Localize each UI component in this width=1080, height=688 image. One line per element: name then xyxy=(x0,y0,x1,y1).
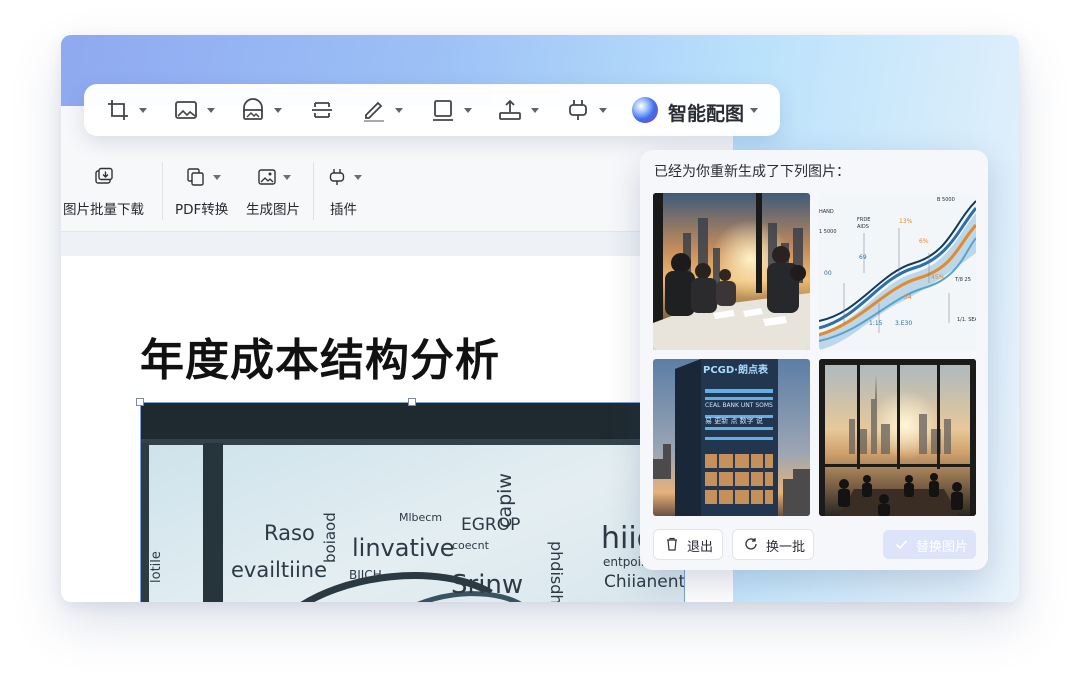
refresh-label: 换一批 xyxy=(766,540,806,555)
wordcloud-word: capiw xyxy=(494,473,516,528)
align-tool[interactable] xyxy=(310,97,338,123)
ai-image-panel: 已经为你重新生成了下列图片： FRDE AIDS B 5000 T/8 25 1… xyxy=(640,150,988,570)
svg-text:AIDS: AIDS xyxy=(857,224,869,230)
chevron-down-icon xyxy=(354,175,362,180)
check-icon xyxy=(895,540,908,550)
wordcloud-word: phdisdh xyxy=(547,541,566,602)
frame-tool[interactable] xyxy=(431,97,473,123)
skyline-office-photo xyxy=(819,359,976,516)
wordcloud-word: lotile xyxy=(149,551,164,583)
tower-sign-text: 易 更新 点 数字 说 xyxy=(705,416,763,425)
wordcloud-word: linvative xyxy=(352,534,455,562)
tower-building-photo: PCGD·朗点表 CEAL BANK UNT SOMS 易 更新 点 数字 说 xyxy=(653,359,810,516)
trash-icon xyxy=(667,537,677,551)
ribbon-plugin[interactable]: 插件 xyxy=(323,159,367,221)
batch-download-icon xyxy=(95,167,113,184)
exit-label: 退出 xyxy=(687,540,714,555)
svg-text:3.E30: 3.E30 xyxy=(895,320,912,327)
wordcloud-word: coecnt xyxy=(452,539,489,552)
svg-text:1/1. SEA: 1/1. SEA xyxy=(957,317,976,323)
smart-image-button[interactable]: 智能配图 xyxy=(668,99,744,126)
resize-handle[interactable] xyxy=(408,398,416,406)
chevron-down-icon xyxy=(395,108,403,113)
pdf-convert-icon xyxy=(187,168,204,186)
ribbon-label: 图片批量下载 xyxy=(63,202,144,218)
svg-text:HAND: HAND xyxy=(819,209,834,215)
edit-tool[interactable] xyxy=(362,97,404,123)
svg-text:34: 34 xyxy=(904,294,912,301)
crop-tool[interactable] xyxy=(106,97,148,123)
result-image-2[interactable]: FRDE AIDS B 5000 T/8 25 1/1. SEA HAND 1 500… xyxy=(819,193,976,350)
svg-text:B 5000: B 5000 xyxy=(937,197,955,203)
ribbon-divider xyxy=(313,162,314,220)
chevron-down-icon xyxy=(139,108,147,113)
plugin-icon xyxy=(569,100,587,120)
svg-text:00: 00 xyxy=(824,270,832,277)
upload-icon xyxy=(499,99,521,120)
wordcloud-word: boiaod xyxy=(321,512,339,563)
panel-title: 已经为你重新生成了下列图片： xyxy=(654,164,850,180)
ribbon-label: 生成图片 xyxy=(246,202,300,218)
resize-handle[interactable] xyxy=(136,398,144,406)
wordcloud-word: Mlbecm xyxy=(399,511,443,524)
chevron-down-icon xyxy=(207,108,215,113)
frame-icon xyxy=(433,100,453,121)
chevron-down-icon xyxy=(213,175,221,180)
chevron-down-icon xyxy=(274,108,282,113)
tower-sign-text: CEAL BANK UNT SOMS xyxy=(705,402,773,409)
image-tool[interactable] xyxy=(174,97,216,123)
crop-icon xyxy=(108,100,128,120)
result-image-1[interactable] xyxy=(653,193,810,350)
svg-text:1:15: 1:15 xyxy=(869,320,883,327)
replace-image-icon xyxy=(243,98,263,120)
image-icon xyxy=(175,101,197,119)
replace-image-tool[interactable] xyxy=(241,97,283,123)
wordcloud-word: BIICH xyxy=(349,568,382,582)
edit-icon xyxy=(364,101,384,122)
replace-image-button[interactable]: 替换图片 xyxy=(883,530,976,559)
wordcloud-word: evailtiine xyxy=(231,558,328,582)
ribbon-generate-image[interactable]: 生成图片 xyxy=(245,159,307,221)
meeting-sunset-photo xyxy=(653,193,810,350)
ribbon-pdf-convert[interactable]: PDF转换 xyxy=(173,159,239,221)
chevron-down-icon[interactable] xyxy=(750,108,758,113)
document-area: 图片批量下载 PDF转换 生成图片 插件 年度成本结构分析 Raso linva… xyxy=(61,106,733,602)
svg-text:69: 69 xyxy=(859,254,867,261)
selected-image[interactable]: Raso linvative evailtiine Srinw hiid Chi… xyxy=(140,402,685,602)
svg-text:45%: 45% xyxy=(931,274,945,281)
ribbon-label: PDF转换 xyxy=(175,202,229,218)
chevron-down-icon xyxy=(599,108,607,113)
wordcloud-word: Raso xyxy=(264,521,315,545)
document-page: 年度成本结构分析 Raso linvative evailtiine Srinw… xyxy=(61,256,733,602)
refresh-batch-button[interactable]: 换一批 xyxy=(732,529,814,560)
result-image-4[interactable] xyxy=(819,359,976,516)
chevron-down-icon xyxy=(283,175,291,180)
upload-tool[interactable] xyxy=(498,97,540,123)
page-title[interactable]: 年度成本结构分析 xyxy=(140,324,500,388)
plugin-icon xyxy=(329,169,345,185)
wordcloud-image xyxy=(141,403,684,602)
refresh-icon xyxy=(745,538,757,550)
chevron-down-icon xyxy=(531,108,539,113)
wave-infographic: FRDEAIDS B 5000 T/8 25 1/1. SEA HAND 1 500… xyxy=(819,193,976,350)
align-icon xyxy=(312,102,332,118)
svg-text:FRDE: FRDE xyxy=(857,217,870,223)
ribbon-label: 插件 xyxy=(330,202,357,218)
wordcloud-word: Chiianent xyxy=(604,572,685,592)
svg-text:6%: 6% xyxy=(919,238,929,245)
ai-logo-icon[interactable] xyxy=(632,97,658,123)
chevron-down-icon xyxy=(464,108,472,113)
exit-button[interactable]: 退出 xyxy=(653,529,723,560)
svg-text:13%: 13% xyxy=(899,218,913,225)
plugin-tool[interactable] xyxy=(566,97,608,123)
svg-text:1 5000: 1 5000 xyxy=(819,229,837,235)
result-image-3[interactable]: PCGD·朗点表 CEAL BANK UNT SOMS 易 更新 点 数字 说 xyxy=(653,359,810,516)
replace-label: 替换图片 xyxy=(916,540,969,555)
tower-sign-text: PCGD·朗点表 xyxy=(703,363,769,376)
generate-image-icon xyxy=(258,169,276,185)
svg-text:T/8 25: T/8 25 xyxy=(954,277,971,283)
ribbon-divider xyxy=(162,162,163,220)
wordcloud-word: Srinw xyxy=(451,570,524,600)
ribbon-batch-download[interactable]: 图片批量下载 xyxy=(61,159,161,221)
